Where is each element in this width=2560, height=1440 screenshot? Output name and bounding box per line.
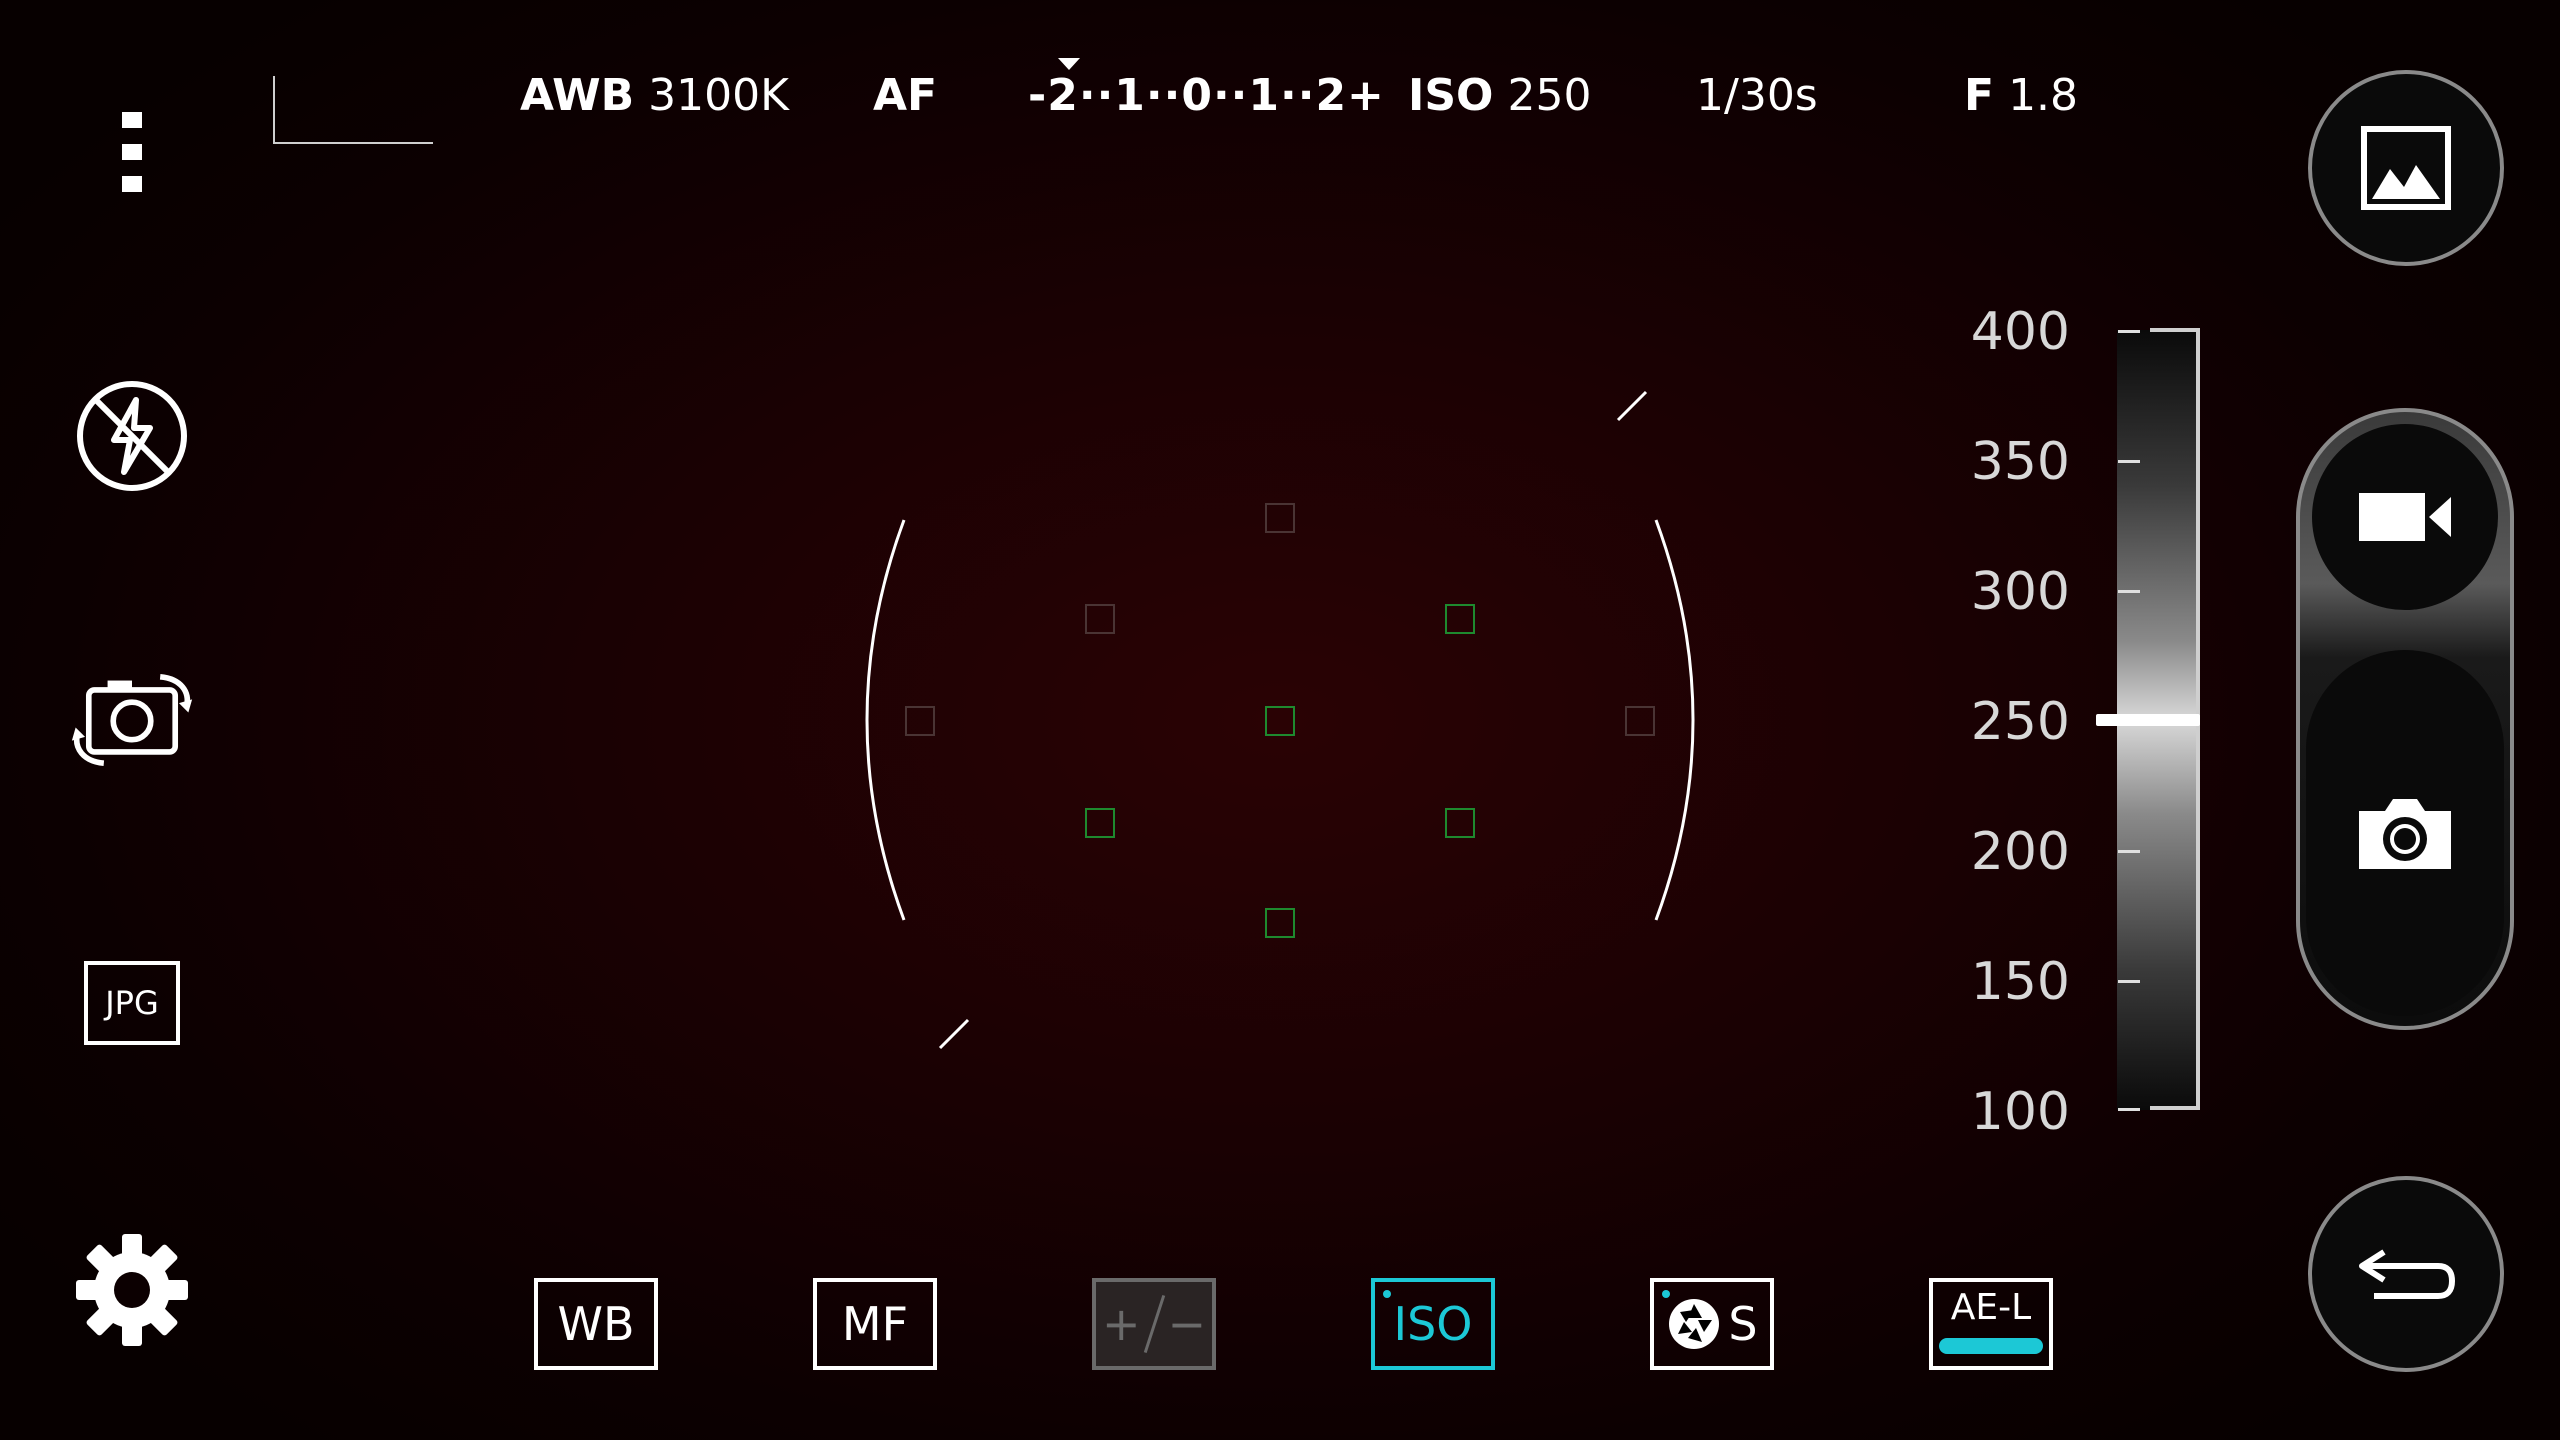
iso-button-label: ISO xyxy=(1393,1297,1473,1351)
af-point-active xyxy=(1445,808,1475,838)
flash-off-icon[interactable] xyxy=(70,376,194,496)
ev-scale: -2··1··0··1··2+ xyxy=(1028,70,1385,121)
gallery-button[interactable] xyxy=(2308,70,2504,266)
af-point xyxy=(1625,706,1655,736)
iso-tick xyxy=(2118,1108,2140,1111)
iso-scale-label: 200 xyxy=(1970,822,2070,882)
iso-tick xyxy=(2118,590,2140,593)
aperture-value: 1.8 xyxy=(2008,70,2079,121)
iso-scale-label: 100 xyxy=(1970,1082,2070,1142)
aperture-icon xyxy=(1669,1299,1720,1349)
iso-scale-label: 300 xyxy=(1970,562,2070,622)
gear-icon[interactable] xyxy=(70,1228,194,1352)
af-point-active xyxy=(1265,908,1295,938)
iso-scale-label: 350 xyxy=(1970,432,2070,492)
iso-tick xyxy=(2118,460,2140,463)
ev-divider xyxy=(1143,1295,1165,1353)
shutter-button[interactable] xyxy=(2306,650,2504,1016)
ae-lock-label: AE-L xyxy=(1950,1287,2032,1328)
af-label: AF xyxy=(873,70,938,121)
af-indicator: AF xyxy=(873,68,937,124)
iso-scale-label: 400 xyxy=(1970,302,2070,362)
aperture-indicator: F 1.8 xyxy=(1964,68,2078,124)
camera-icon xyxy=(2359,799,2451,869)
shutter-mode-label: S xyxy=(1728,1297,1758,1351)
af-point-active xyxy=(1445,604,1475,634)
shutter-dot xyxy=(1662,1290,1670,1298)
capture-mode-capsule xyxy=(2296,408,2514,1030)
af-point xyxy=(1085,604,1115,634)
ae-lock-button[interactable]: AE-L xyxy=(1929,1278,2053,1370)
mf-button[interactable]: MF xyxy=(813,1278,937,1370)
ev-button[interactable]: + − xyxy=(1092,1278,1216,1370)
back-button[interactable] xyxy=(2308,1176,2504,1372)
iso-tick xyxy=(2118,330,2140,333)
af-point xyxy=(1265,503,1295,533)
video-record-button[interactable] xyxy=(2312,424,2498,610)
back-arrow-icon xyxy=(2359,1249,2456,1299)
iso-slider-handle[interactable] xyxy=(2096,714,2200,726)
awb-value: 3100K xyxy=(648,70,789,121)
awb-label: AWB xyxy=(520,70,635,121)
ae-lock-indicator xyxy=(1939,1338,2043,1354)
format-label: JPG xyxy=(84,961,180,1045)
iso-scale-label: 150 xyxy=(1970,952,2070,1012)
awb-indicator: AWB 3100K xyxy=(520,68,789,124)
wb-button[interactable]: WB xyxy=(534,1278,658,1370)
iso-tick xyxy=(2118,850,2140,853)
iso-indicator: ISO 250 xyxy=(1408,68,1591,124)
format-button[interactable]: JPG xyxy=(70,958,194,1048)
iso-scale-label: 250 xyxy=(1970,692,2070,752)
ev-minus-label: − xyxy=(1167,1297,1207,1351)
more-vert-icon[interactable] xyxy=(70,100,194,204)
aperture-label: F xyxy=(1964,70,1995,121)
af-point xyxy=(905,706,935,736)
video-camera-icon xyxy=(2359,493,2451,541)
iso-indicator-label: ISO xyxy=(1408,70,1494,121)
af-point-active xyxy=(1265,706,1295,736)
ev-plus-label: + xyxy=(1101,1297,1141,1351)
gallery-icon xyxy=(2361,126,2451,210)
shutter-indicator: 1/30s xyxy=(1696,70,1818,121)
switch-camera-icon[interactable] xyxy=(70,660,194,780)
shutter-speed-button[interactable]: S xyxy=(1650,1278,1774,1370)
iso-tick xyxy=(2118,980,2140,983)
iso-dot xyxy=(1383,1290,1391,1298)
iso-indicator-value: 250 xyxy=(1507,70,1592,121)
af-point-active xyxy=(1085,808,1115,838)
histogram xyxy=(273,76,433,144)
iso-button[interactable]: ISO xyxy=(1371,1278,1495,1370)
